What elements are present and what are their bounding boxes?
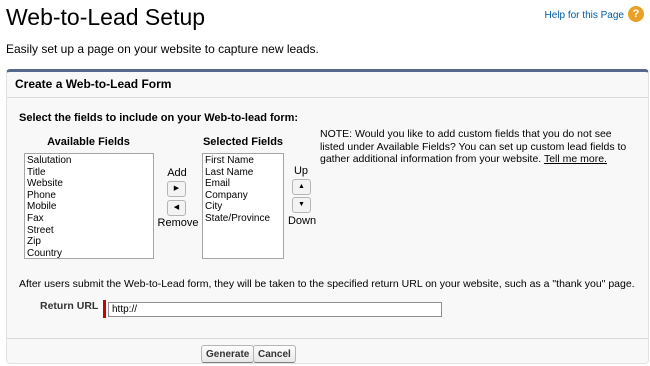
add-button[interactable]: ▶ xyxy=(167,181,186,197)
list-option[interactable]: State/Province xyxy=(205,213,281,225)
available-fields-label: Available Fields xyxy=(47,136,130,148)
move-down-button[interactable]: ▼ xyxy=(292,197,311,213)
remove-label: Remove xyxy=(157,217,199,229)
remove-button[interactable]: ◀ xyxy=(167,200,186,216)
list-option[interactable]: Country xyxy=(27,248,151,258)
field-instructions: Select the fields to include on your Web… xyxy=(19,112,299,124)
page-title: Web-to-Lead Setup xyxy=(6,4,206,30)
return-url-label: Return URL xyxy=(40,300,99,312)
down-label: Down xyxy=(287,215,317,227)
list-option[interactable]: Mobile xyxy=(27,201,151,213)
selected-fields-list[interactable]: First Name Last Name Email Company City State… xyxy=(202,153,284,259)
list-option[interactable]: Email xyxy=(205,178,281,190)
panel-title: Create a Web-to-Lead Form xyxy=(7,72,648,98)
custom-fields-note: NOTE: Would you like to add custom field… xyxy=(320,128,632,166)
footer-divider xyxy=(7,338,648,339)
return-url-description: After users submit the Web-to-Lead form,… xyxy=(19,278,635,290)
generate-button[interactable]: Generate xyxy=(201,345,255,363)
list-option[interactable]: Salutation xyxy=(27,155,151,167)
page-description: Easily set up a page on your website to … xyxy=(6,42,319,56)
arrow-right-icon: ▶ xyxy=(173,185,180,192)
arrow-up-icon: ▲ xyxy=(298,183,305,190)
help-icon[interactable]: ? xyxy=(628,6,644,22)
required-indicator xyxy=(103,300,106,318)
list-option[interactable]: Phone xyxy=(27,190,151,202)
add-label: Add xyxy=(167,167,187,179)
help-link[interactable]: Help for this Page xyxy=(545,10,625,21)
list-option[interactable]: First Name xyxy=(205,155,281,167)
arrow-down-icon: ▼ xyxy=(298,201,305,208)
list-option[interactable]: Title xyxy=(27,167,151,179)
arrow-left-icon: ◀ xyxy=(173,204,180,211)
list-option[interactable]: Last Name xyxy=(205,167,281,179)
cancel-button[interactable]: Cancel xyxy=(253,345,296,363)
list-option[interactable]: Street xyxy=(27,225,151,237)
list-option[interactable]: Website xyxy=(27,178,151,190)
list-option[interactable]: City xyxy=(205,201,281,213)
selected-fields-label: Selected Fields xyxy=(202,136,284,148)
list-option[interactable]: Company xyxy=(205,190,281,202)
web-to-lead-panel: Create a Web-to-Lead Form Select the fie… xyxy=(6,69,649,364)
list-option[interactable]: Zip xyxy=(27,236,151,248)
tell-me-more-link[interactable]: Tell me more. xyxy=(544,153,607,165)
list-option[interactable]: Fax xyxy=(27,213,151,225)
available-fields-list[interactable]: Salutation Title Website Phone Mobile Fax Stre… xyxy=(24,153,154,259)
return-url-input[interactable] xyxy=(108,302,442,317)
up-label: Up xyxy=(293,165,309,177)
move-up-button[interactable]: ▲ xyxy=(292,179,311,195)
